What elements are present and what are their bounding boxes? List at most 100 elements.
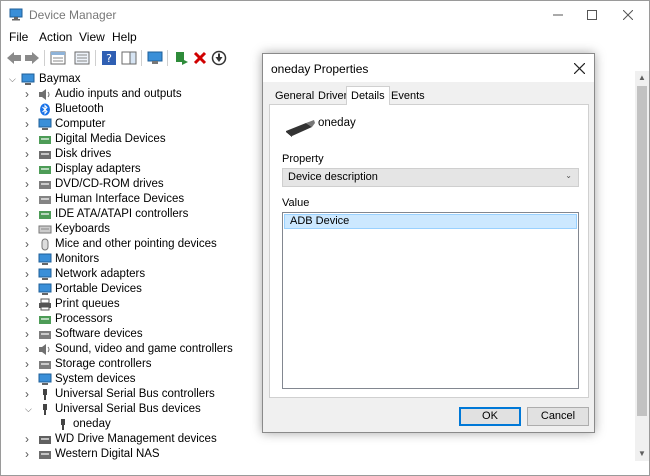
- tree-item-label: Universal Serial Bus controllers: [55, 388, 215, 400]
- tree-item[interactable]: › Computer: [1, 117, 301, 132]
- tree-item-label: Disk drives: [55, 148, 112, 160]
- scroll-up-icon[interactable]: ▲: [635, 71, 649, 85]
- properties-dialog: oneday Properties General Driver Details…: [262, 53, 595, 433]
- usb-device-icon: [61, 419, 65, 430]
- chevron-right-icon[interactable]: ›: [25, 222, 35, 237]
- show-hidden-icon: [74, 51, 90, 65]
- tree-item[interactable]: › Human Interface Devices: [1, 192, 301, 207]
- property-select-value: Device description: [288, 171, 378, 183]
- update-driver-icon: [176, 52, 188, 65]
- dialog-close-button[interactable]: [567, 58, 591, 78]
- menu-action[interactable]: Action: [39, 30, 72, 44]
- chevron-down-icon[interactable]: ⌵: [9, 72, 19, 87]
- tree-item[interactable]: › Audio inputs and outputs: [1, 87, 301, 102]
- chevron-right-icon[interactable]: ›: [25, 342, 35, 357]
- tree-item[interactable]: › Storage controllers: [1, 357, 301, 372]
- software-icon: [39, 331, 51, 339]
- chevron-right-icon[interactable]: ›: [25, 432, 35, 447]
- tree-item[interactable]: › Universal Serial Bus controllers: [1, 387, 301, 402]
- chevron-right-icon[interactable]: ›: [25, 147, 35, 162]
- toolbar-separator: [141, 50, 142, 66]
- show-hidden-button[interactable]: [73, 49, 91, 67]
- tree-item[interactable]: ⌵ Universal Serial Bus devices: [1, 402, 301, 417]
- tree-item[interactable]: › Monitors: [1, 252, 301, 267]
- help-button[interactable]: ?: [100, 49, 118, 67]
- ok-button[interactable]: OK: [459, 407, 521, 426]
- tree-item[interactable]: › Processors: [1, 312, 301, 327]
- chevron-right-icon[interactable]: ›: [25, 312, 35, 327]
- value-list[interactable]: ADB Device: [282, 212, 579, 389]
- tree-item[interactable]: › Bluetooth: [1, 102, 301, 117]
- chevron-right-icon[interactable]: ›: [25, 357, 35, 372]
- tab-details[interactable]: Details: [346, 86, 390, 105]
- usb-device-icon: [286, 120, 315, 137]
- action-pane-icon: [121, 51, 137, 65]
- chevron-right-icon[interactable]: ›: [25, 267, 35, 282]
- chevron-right-icon[interactable]: ›: [25, 117, 35, 132]
- chevron-right-icon[interactable]: ›: [25, 447, 35, 461]
- chevron-right-icon[interactable]: ›: [25, 192, 35, 207]
- forward-button[interactable]: [23, 49, 41, 67]
- chevron-right-icon[interactable]: ›: [25, 387, 35, 402]
- chevron-right-icon[interactable]: ›: [25, 87, 35, 102]
- menu-bar: File Action View Help: [1, 29, 649, 47]
- tree-item[interactable]: › Western Digital NAS: [1, 447, 301, 461]
- cancel-button[interactable]: Cancel: [527, 407, 589, 426]
- vertical-scrollbar[interactable]: ▲ ▼: [635, 71, 649, 461]
- chevron-right-icon[interactable]: ›: [25, 327, 35, 342]
- chevron-right-icon[interactable]: ›: [25, 297, 35, 312]
- tree-item-label: Monitors: [55, 253, 100, 265]
- menu-help[interactable]: Help: [112, 30, 137, 44]
- chevron-right-icon[interactable]: ›: [25, 162, 35, 177]
- chevron-right-icon[interactable]: ›: [25, 237, 35, 252]
- chevron-right-icon[interactable]: ›: [25, 132, 35, 147]
- menu-file[interactable]: File: [9, 30, 28, 44]
- tree-item[interactable]: › Mice and other pointing devices: [1, 237, 301, 252]
- tree-item-label: Sound, video and game controllers: [55, 343, 233, 355]
- tree-item[interactable]: › WD Drive Management devices: [1, 432, 301, 447]
- tree-item[interactable]: › IDE ATA/ATAPI controllers: [1, 207, 301, 222]
- device-manager-icon: [9, 8, 23, 21]
- tree-item[interactable]: › Portable Devices: [1, 282, 301, 297]
- tree-item[interactable]: › Digital Media Devices: [1, 132, 301, 147]
- tree-item[interactable]: › Print queues: [1, 297, 301, 312]
- chevron-right-icon[interactable]: ›: [25, 252, 35, 267]
- chevron-down-icon[interactable]: ⌵: [25, 402, 35, 417]
- tree-item[interactable]: › System devices: [1, 372, 301, 387]
- tree-item[interactable]: › Sound, video and game controllers: [1, 342, 301, 357]
- value-list-item[interactable]: ADB Device: [284, 214, 577, 229]
- properties-icon: [50, 51, 66, 65]
- tree-item[interactable]: › Network adapters: [1, 267, 301, 282]
- network-icon: [38, 268, 52, 280]
- tab-events[interactable]: Events: [387, 88, 429, 104]
- tree-root[interactable]: ⌵ Baymax: [1, 72, 301, 87]
- menu-view[interactable]: View: [79, 30, 105, 44]
- chevron-right-icon[interactable]: ›: [25, 282, 35, 297]
- uninstall-button[interactable]: [191, 49, 209, 67]
- chevron-right-icon[interactable]: ›: [25, 177, 35, 192]
- scan-hardware-button[interactable]: [146, 49, 164, 67]
- back-button[interactable]: [5, 49, 23, 67]
- tree-item-label: Mice and other pointing devices: [55, 238, 217, 250]
- tree-item[interactable]: › DVD/CD-ROM drives: [1, 177, 301, 192]
- properties-button[interactable]: [49, 49, 67, 67]
- scroll-thumb[interactable]: [637, 86, 647, 416]
- tree-item[interactable]: › Display adapters: [1, 162, 301, 177]
- tree-item[interactable]: › Keyboards: [1, 222, 301, 237]
- chevron-right-icon[interactable]: ›: [25, 207, 35, 222]
- action-pane-button[interactable]: [120, 49, 138, 67]
- update-driver-button[interactable]: [172, 49, 190, 67]
- close-button[interactable]: [605, 1, 650, 29]
- scroll-down-icon[interactable]: ▼: [635, 447, 649, 461]
- mouse-icon: [41, 238, 49, 251]
- tab-general[interactable]: General: [271, 88, 318, 104]
- property-select[interactable]: Device description ⌄: [282, 168, 579, 187]
- chevron-right-icon[interactable]: ›: [25, 372, 35, 387]
- tree-item[interactable]: oneday: [1, 417, 301, 432]
- tree-item-label: Storage controllers: [55, 358, 152, 370]
- title-bar: Device Manager: [1, 1, 649, 29]
- chevron-right-icon[interactable]: ›: [25, 102, 35, 117]
- tree-item[interactable]: › Disk drives: [1, 147, 301, 162]
- disable-button[interactable]: [210, 49, 228, 67]
- tree-item[interactable]: › Software devices: [1, 327, 301, 342]
